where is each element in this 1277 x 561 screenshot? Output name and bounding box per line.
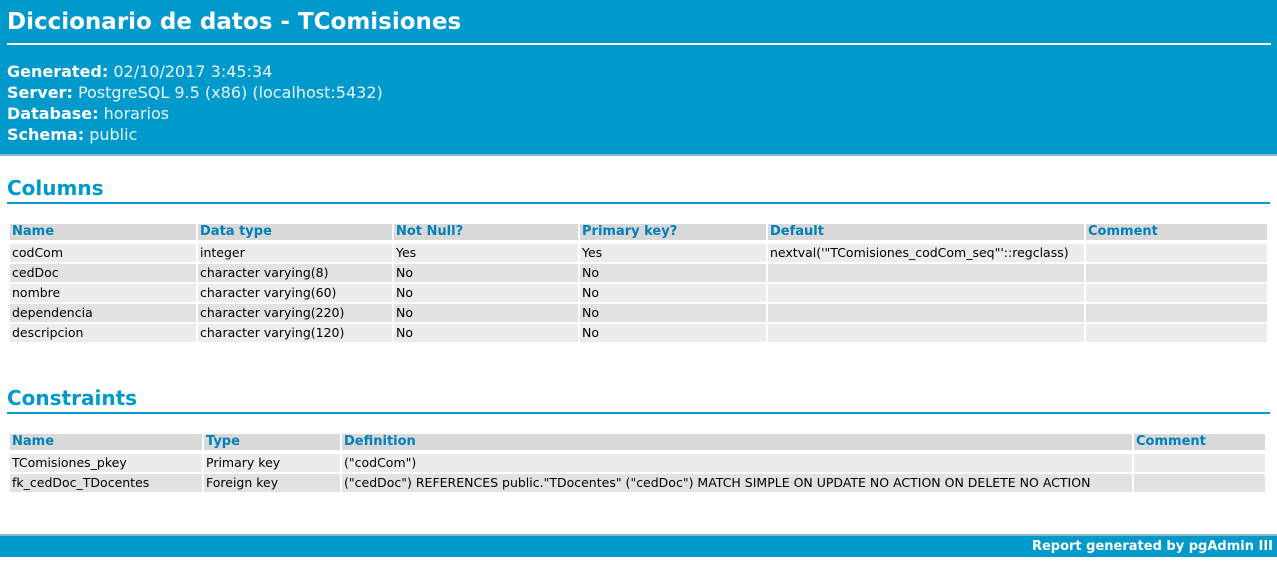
cell: fk_cedDoc_TDocentes [10,474,202,492]
meta-value: 02/10/2017 3:45:34 [113,62,273,81]
meta-key: Schema: [7,125,85,144]
table-row: TComisiones_pkey Primary key ("codCom") [10,454,1265,472]
meta-key: Generated: [7,62,109,81]
table-header-row: Name Data type Not Null? Primary key? De… [10,224,1267,242]
cell: integer [198,244,392,262]
cell: No [394,264,578,282]
cell: nextval('"TComisiones_codCom_seq"'::regc… [768,244,1084,262]
cell [768,324,1084,342]
cell [1086,304,1267,322]
cell [1086,324,1267,342]
cell: ("codCom") [342,454,1132,472]
cell: descripcion [10,324,196,342]
meta-value: horarios [103,104,170,123]
columns-section: Columns Name Data type Not Null? Primary… [0,174,1277,344]
column-header: Default [768,224,1084,242]
columns-heading: Columns [7,174,1270,204]
cell: No [580,264,766,282]
cell [1134,454,1265,472]
cell: No [394,304,578,322]
table-row: nombre character varying(60) No No [10,284,1267,302]
meta-key: Server: [7,83,73,102]
cell: nombre [10,284,196,302]
column-header: Not Null? [394,224,578,242]
cell: dependencia [10,304,196,322]
cell: Primary key [204,454,340,472]
report-footer: Report generated by pgAdmin III [0,534,1277,557]
table-header-row: Name Type Definition Comment [10,434,1265,452]
report-header: Diccionario de datos - TComisiones Gener… [0,0,1277,156]
cell [768,264,1084,282]
constraints-section: Constraints Name Type Definition Comment… [0,384,1277,494]
cell [1086,284,1267,302]
constraints-heading: Constraints [7,384,1270,414]
table-row: fk_cedDoc_TDocentes Foreign key ("cedDoc… [10,474,1265,492]
cell [1086,244,1267,262]
cell: character varying(120) [198,324,392,342]
cell: No [394,324,578,342]
meta-schema: Schema: public [7,124,1270,145]
cell [1086,264,1267,282]
cell: TComisiones_pkey [10,454,202,472]
column-header: Comment [1086,224,1267,242]
page-title: Diccionario de datos - TComisiones [7,6,1271,45]
constraints-table: Name Type Definition Comment TComisiones… [8,432,1267,494]
column-header: Name [10,224,196,242]
table-row: descripcion character varying(120) No No [10,324,1267,342]
column-header: Data type [198,224,392,242]
columns-table: Name Data type Not Null? Primary key? De… [8,222,1269,344]
report-metadata: Generated: 02/10/2017 3:45:34 Server: Po… [7,61,1270,145]
cell [1134,474,1265,492]
meta-server: Server: PostgreSQL 9.5 (x86) (localhost:… [7,82,1270,103]
cell: ("cedDoc") REFERENCES public."TDocentes"… [342,474,1132,492]
cell: codCom [10,244,196,262]
cell: Yes [394,244,578,262]
meta-generated: Generated: 02/10/2017 3:45:34 [7,61,1270,82]
column-header: Definition [342,434,1132,452]
cell: cedDoc [10,264,196,282]
cell: character varying(220) [198,304,392,322]
cell: Foreign key [204,474,340,492]
meta-value: public [89,125,138,144]
cell: No [580,304,766,322]
column-header: Type [204,434,340,452]
cell: No [394,284,578,302]
cell [768,304,1084,322]
meta-database: Database: horarios [7,103,1270,124]
table-row: cedDoc character varying(8) No No [10,264,1267,282]
column-header: Name [10,434,202,452]
meta-key: Database: [7,104,99,123]
meta-value: PostgreSQL 9.5 (x86) (localhost:5432) [77,83,383,102]
cell: character varying(60) [198,284,392,302]
column-header: Primary key? [580,224,766,242]
cell: character varying(8) [198,264,392,282]
cell: Yes [580,244,766,262]
cell: No [580,324,766,342]
column-header: Comment [1134,434,1265,452]
cell [768,284,1084,302]
table-row: dependencia character varying(220) No No [10,304,1267,322]
table-row: codCom integer Yes Yes nextval('"TComisi… [10,244,1267,262]
cell: No [580,284,766,302]
